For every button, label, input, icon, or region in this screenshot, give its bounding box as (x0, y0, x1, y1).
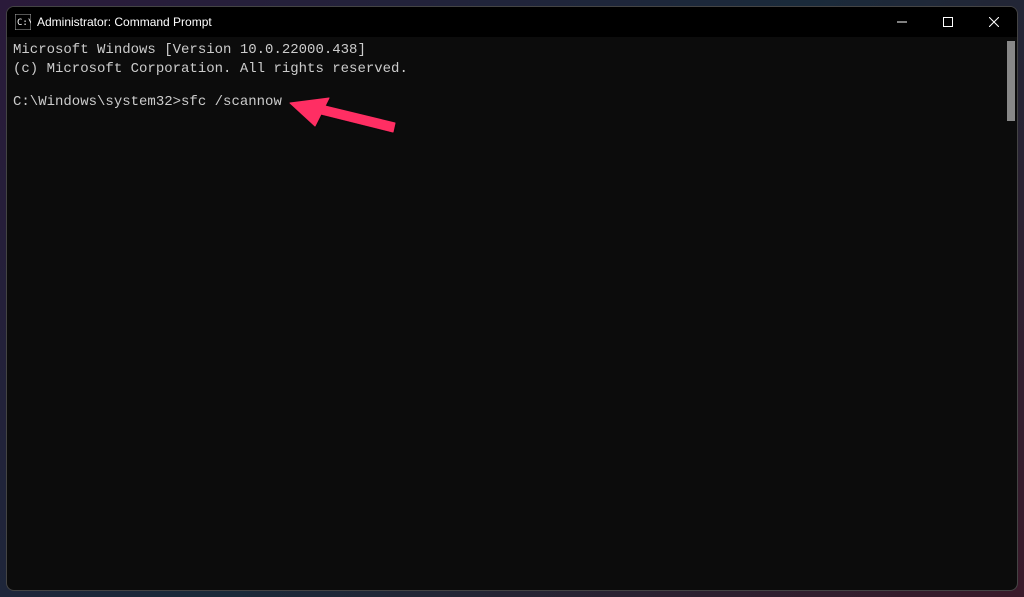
prompt-text: C:\Windows\system32> (13, 94, 181, 110)
maximize-button[interactable] (925, 7, 971, 37)
command-prompt-window: C:\ Administrator: Command Prompt (6, 6, 1018, 591)
copyright-line: (c) Microsoft Corporation. All rights re… (13, 60, 1011, 79)
titlebar[interactable]: C:\ Administrator: Command Prompt (7, 7, 1017, 37)
close-button[interactable] (971, 7, 1017, 37)
window-title: Administrator: Command Prompt (37, 15, 879, 29)
scrollbar-thumb[interactable] (1007, 41, 1015, 121)
command-text: sfc /scannow (181, 94, 282, 110)
window-controls (879, 7, 1017, 37)
cmd-icon: C:\ (15, 14, 31, 30)
svg-text:C:\: C:\ (17, 18, 31, 28)
terminal-content[interactable]: Microsoft Windows [Version 10.0.22000.43… (7, 37, 1017, 590)
prompt-line: C:\Windows\system32>sfc /scannow (13, 93, 1011, 112)
minimize-button[interactable] (879, 7, 925, 37)
version-line: Microsoft Windows [Version 10.0.22000.43… (13, 41, 1011, 60)
